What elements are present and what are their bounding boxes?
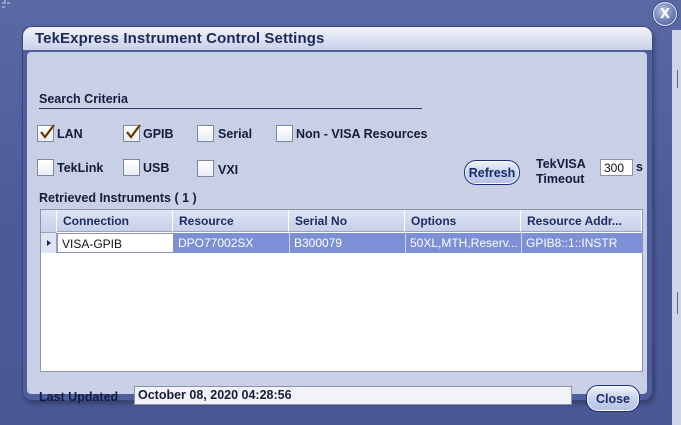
section-divider bbox=[39, 108, 422, 109]
retrieved-instruments-label: Retrieved Instruments ( 1 ) bbox=[39, 191, 197, 205]
window-close-button[interactable]: X bbox=[653, 2, 677, 26]
cell-serial-no[interactable]: B300079 bbox=[290, 233, 406, 253]
usb-label: USB bbox=[143, 161, 170, 175]
refresh-button[interactable]: Refresh bbox=[464, 160, 520, 185]
search-criteria-label: Search Criteria bbox=[39, 92, 128, 106]
dialog-title: TekExpress Instrument Control Settings bbox=[35, 30, 325, 47]
right-edge-scrollbar bbox=[672, 30, 681, 425]
vxi-checkbox[interactable] bbox=[197, 160, 214, 177]
row-pointer-icon bbox=[47, 240, 51, 246]
serial-checkbox[interactable] bbox=[197, 125, 214, 142]
dialog-panel: Search Criteria LAN GPIB Serial Non - VI… bbox=[27, 52, 647, 412]
last-updated-field: October 08, 2020 04:28:56 bbox=[134, 386, 572, 405]
column-header-resource[interactable]: Resource bbox=[173, 210, 289, 232]
instruments-table: Connection Resource Serial No Options Re… bbox=[40, 209, 643, 372]
timeout-label: Timeout bbox=[536, 172, 585, 186]
check-icon bbox=[39, 124, 56, 140]
lan-checkbox[interactable] bbox=[37, 124, 56, 142]
row-header-corner bbox=[41, 210, 57, 233]
column-header-resource-addr[interactable]: Resource Addr... bbox=[521, 210, 642, 232]
check-icon bbox=[125, 124, 142, 140]
cell-options[interactable]: 50XL,MTH,Reserv... bbox=[406, 233, 522, 253]
cell-connection[interactable]: VISA-GPIB bbox=[57, 233, 174, 253]
lan-label: LAN bbox=[57, 127, 83, 141]
column-header-serial-no[interactable]: Serial No bbox=[289, 210, 405, 232]
last-updated-label: Last Updated bbox=[39, 390, 119, 404]
timeout-input[interactable]: 300 bbox=[600, 159, 633, 176]
close-button[interactable]: Close bbox=[586, 385, 640, 412]
usb-checkbox[interactable] bbox=[123, 159, 140, 176]
cell-resource-addr[interactable]: GPIB8::1::INSTR bbox=[522, 233, 642, 253]
non-visa-checkbox[interactable] bbox=[276, 125, 293, 142]
gpib-label: GPIB bbox=[143, 127, 174, 141]
column-header-connection[interactable]: Connection bbox=[57, 210, 173, 232]
close-icon: X bbox=[659, 6, 671, 22]
timeout-unit: s bbox=[636, 160, 643, 174]
instrument-control-dialog: TekExpress Instrument Control Settings S… bbox=[23, 27, 652, 412]
tekvisa-label: TekVISA bbox=[536, 157, 586, 171]
row-selector[interactable] bbox=[41, 233, 57, 253]
teklink-label: TekLink bbox=[57, 161, 104, 175]
serial-label: Serial bbox=[218, 127, 253, 141]
column-header-options[interactable]: Options bbox=[405, 210, 521, 232]
teklink-checkbox[interactable] bbox=[37, 159, 54, 176]
vxi-label: VXI bbox=[218, 163, 239, 177]
non-visa-label: Non - VISA Resources bbox=[296, 127, 428, 141]
dialog-titlebar: TekExpress Instrument Control Settings bbox=[23, 27, 652, 50]
resize-grip-icon bbox=[2, 0, 10, 8]
cell-resource[interactable]: DPO77002SX bbox=[174, 233, 290, 253]
gpib-checkbox[interactable] bbox=[123, 124, 142, 142]
